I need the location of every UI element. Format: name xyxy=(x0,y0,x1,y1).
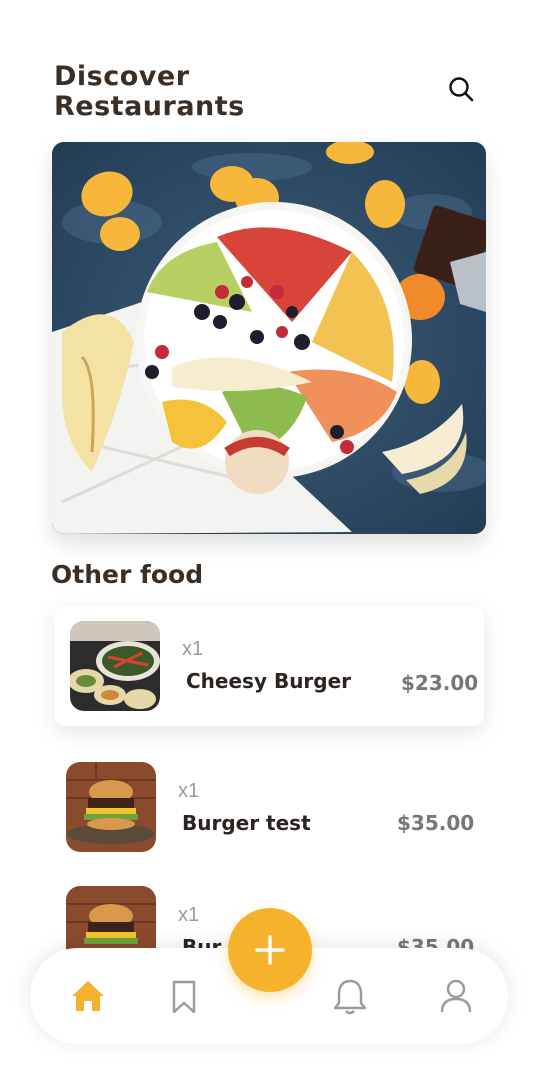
featured-restaurant-image[interactable] xyxy=(52,142,486,534)
title-line-2: Restaurants xyxy=(54,91,245,122)
food-thumbnail xyxy=(70,621,160,711)
food-quantity: x1 xyxy=(178,780,200,802)
title-line-1: Discover xyxy=(54,61,190,92)
food-item[interactable]: x1 Burger test $35.00 xyxy=(54,748,484,868)
food-thumbnail xyxy=(66,762,156,852)
nav-profile[interactable] xyxy=(434,974,478,1018)
food-name: Cheesy Burger xyxy=(186,669,352,693)
add-button[interactable] xyxy=(228,908,312,992)
nav-home[interactable] xyxy=(66,974,110,1018)
bookmark-icon xyxy=(172,980,196,1014)
add-icon xyxy=(255,935,285,965)
page-title: Discover Restaurants xyxy=(54,62,245,122)
bell-icon xyxy=(333,979,367,1015)
food-quantity: x1 xyxy=(178,904,200,926)
search-icon xyxy=(449,77,474,102)
nav-notifications[interactable] xyxy=(328,974,372,1018)
section-title: Other food xyxy=(51,560,204,589)
food-price: $23.00 xyxy=(401,671,479,695)
food-quantity: x1 xyxy=(182,638,204,660)
food-name: Burger test xyxy=(182,811,311,835)
home-icon xyxy=(72,981,104,1011)
search-button[interactable] xyxy=(444,72,478,106)
user-icon xyxy=(440,979,472,1013)
food-item[interactable]: x1 Cheesy Burger $23.00 xyxy=(54,606,484,726)
nav-bookmark[interactable] xyxy=(162,974,206,1018)
food-price: $35.00 xyxy=(397,811,475,835)
